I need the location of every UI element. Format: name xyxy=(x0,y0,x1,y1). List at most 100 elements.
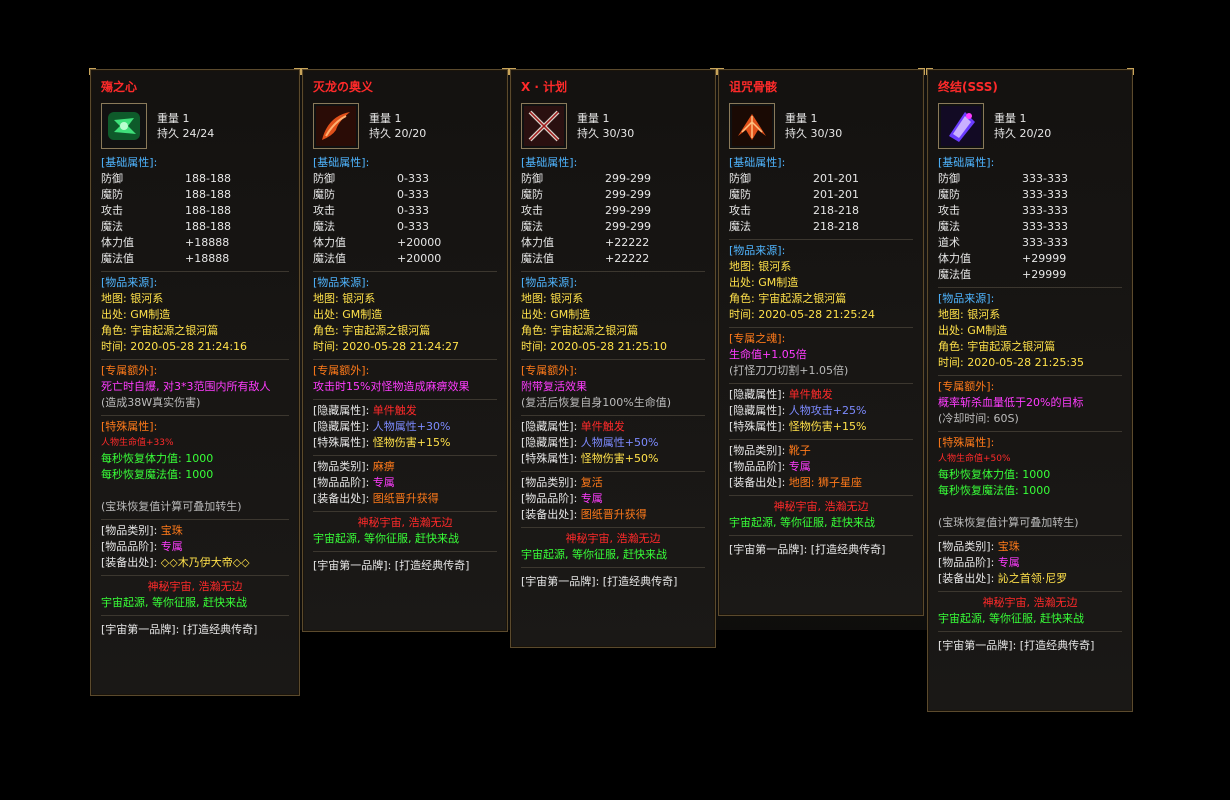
hidden-attr-label: [隐藏属性]: xyxy=(729,388,786,401)
rank-label: [物品品阶]: xyxy=(729,460,786,473)
slogan: 神秘宇宙, 浩瀚无边 宇宙起源, 等你征服, 赶快来战 xyxy=(521,527,705,567)
brand-label: [宇宙第一品牌]: xyxy=(313,559,392,572)
extra-line: 攻击时15%对怪物造成麻痹效果 xyxy=(313,380,470,393)
special-line: 每秒恢复魔法值: 1000 xyxy=(938,484,1051,497)
basic-attributes: [基础属性]: 防御 333-333 魔防 333-333 攻击 333-333 魔法… xyxy=(938,152,1122,287)
stat-value: +22222 xyxy=(605,236,650,249)
stat-name: 防御 xyxy=(938,172,960,185)
brand-value: [打造经典传奇] xyxy=(1019,639,1095,652)
rank-label: [物品品阶]: xyxy=(313,476,370,489)
durability-value: 20/20 xyxy=(1019,127,1052,140)
special-header: [特殊属性]: xyxy=(101,420,158,433)
durability-value: 30/30 xyxy=(602,127,635,140)
map-label: 地图: xyxy=(101,292,127,305)
brand: [宇宙第一品牌]: [打造经典传奇] xyxy=(101,615,289,642)
brand: [宇宙第一品牌]: [打造经典传奇] xyxy=(521,567,705,594)
stat-name: 防御 xyxy=(729,172,751,185)
stat-name: 攻击 xyxy=(101,204,123,217)
stat-value: 201-201 xyxy=(813,172,859,185)
weight-label: 重量 xyxy=(577,112,599,125)
brand-label: [宇宙第一品牌]: xyxy=(938,639,1017,652)
stat-value: 188-188 xyxy=(185,220,231,233)
hidden-attr-label: [隐藏属性]: xyxy=(521,420,578,433)
rank-label: [物品品阶]: xyxy=(101,540,158,553)
stat-name: 体力值 xyxy=(938,252,971,265)
weight-label: 重量 xyxy=(157,112,179,125)
slogan: 神秘宇宙, 浩瀚无边 宇宙起源, 等你征服, 赶快来战 xyxy=(938,591,1122,631)
dragon-blade-icon xyxy=(313,103,359,149)
stat-name: 体力值 xyxy=(313,236,346,249)
time-value: 2020-05-28 21:25:35 xyxy=(967,356,1085,369)
slogan-1: 神秘宇宙, 浩瀚无边 xyxy=(147,580,243,593)
stat-value: 218-218 xyxy=(813,220,859,233)
role-label: 角色: xyxy=(729,292,755,305)
stat-name: 攻击 xyxy=(521,204,543,217)
basic-attr-header: [基础属性]: xyxy=(729,156,786,169)
stat-name: 魔法 xyxy=(521,220,543,233)
rank-value: 专属 xyxy=(997,556,1020,569)
hidden-trigger: 单件触发 xyxy=(372,404,417,417)
role-label: 角色: xyxy=(938,340,964,353)
slogan: 神秘宇宙, 浩瀚无边 宇宙起源, 等你征服, 赶快来战 xyxy=(313,511,497,551)
hidden-attributes: [隐藏属性]: 单件触发 [隐藏属性]: 人物攻击+25% [特殊属性]: 怪物… xyxy=(729,383,913,439)
item-name: 殤之心 xyxy=(101,80,138,94)
role-label: 角色: xyxy=(101,324,127,337)
durability-label: 持久 xyxy=(157,127,179,140)
rank-value: 专属 xyxy=(580,492,603,505)
drop-value: 訫之首领·尼罗 xyxy=(997,572,1068,585)
exclusive-extra: [专属额外]: 攻击时15%对怪物造成麻痹效果 xyxy=(313,359,497,399)
extra-note: (造成38W真实伤害) xyxy=(101,396,201,409)
stat-name: 魔防 xyxy=(938,188,960,201)
special-line: 每秒恢复魔法值: 1000 xyxy=(101,468,214,481)
item-name: 灭龙の奥义 xyxy=(313,80,374,94)
map-value: 银河系 xyxy=(342,292,376,305)
time-label: 时间: xyxy=(729,308,755,321)
extra-note: (打怪刀刀切割+1.05倍) xyxy=(729,364,849,377)
category-value: 麻痹 xyxy=(372,460,395,473)
stat-name: 攻击 xyxy=(313,204,335,217)
purple-crystal-icon xyxy=(938,103,984,149)
slogan: 神秘宇宙, 浩瀚无边 宇宙起源, 等你征服, 赶快来战 xyxy=(101,575,289,615)
stat-value: 0-333 xyxy=(397,204,429,217)
stat-name: 魔法 xyxy=(101,220,123,233)
brand: [宇宙第一品牌]: [打造经典传奇] xyxy=(313,551,497,578)
basic-attributes: [基础属性]: 防御 299-299 魔防 299-299 攻击 299-299 魔法… xyxy=(521,152,705,271)
stat-name: 魔法 xyxy=(313,220,335,233)
category-label: [物品类别]: xyxy=(101,524,158,537)
bone-wings-icon xyxy=(729,103,775,149)
role-value: 宇宙起源之银河篇 xyxy=(967,340,1056,353)
brand-value: [打造经典传奇] xyxy=(182,623,258,636)
drop-value: 图纸晋升获得 xyxy=(580,508,647,521)
brand-value: [打造经典传奇] xyxy=(810,543,886,556)
stat-name: 防御 xyxy=(521,172,543,185)
stat-value: 188-188 xyxy=(185,204,231,217)
drop-label: [装备出处]: xyxy=(521,508,578,521)
drop-label: [装备出处]: xyxy=(101,556,158,569)
category-value: 复活 xyxy=(580,476,603,489)
source-header: [物品来源]: xyxy=(729,244,786,257)
stat-value: 333-333 xyxy=(1022,220,1068,233)
item-info: [物品类别]: 麻痹 [物品品阶]: 专属 [装备出处]: 图纸晋升获得 xyxy=(313,455,497,511)
slogan-1: 神秘宇宙, 浩瀚无边 xyxy=(565,532,661,545)
slogan-1: 神秘宇宙, 浩瀚无边 xyxy=(982,596,1078,609)
special-attributes: [特殊属性]: 人物生命值+33% 每秒恢复体力值: 1000 每秒恢复魔法值:… xyxy=(101,415,289,519)
brand-value: [打造经典传奇] xyxy=(394,559,470,572)
special-line: 人物生命值+33% xyxy=(101,438,174,448)
item-name: X · 计划 xyxy=(521,80,568,94)
game-screen: 殤之心 重量 1 持久 24/24 [基础属性]: 防御 188-188 魔防 18… xyxy=(0,0,1230,800)
slogan-2: 宇宙起源, 等你征服, 赶快来战 xyxy=(313,532,459,545)
weight-value: 1 xyxy=(1019,112,1027,125)
time-label: 时间: xyxy=(938,356,964,369)
durability-value: 20/20 xyxy=(394,127,427,140)
extra-header: [专属之魂]: xyxy=(729,332,786,345)
brand-label: [宇宙第一品牌]: xyxy=(521,575,600,588)
hidden-attr-label: [隐藏属性]: xyxy=(313,420,370,433)
weight-value: 1 xyxy=(810,112,818,125)
stat-value: +22222 xyxy=(605,252,650,265)
slogan-1: 神秘宇宙, 浩瀚无边 xyxy=(773,500,869,513)
item-tooltip-1: 殤之心 重量 1 持久 24/24 [基础属性]: 防御 188-188 魔防 18… xyxy=(89,68,301,696)
durability-label: 持久 xyxy=(369,127,391,140)
rank-value: 专属 xyxy=(788,460,811,473)
map-label: 地图: xyxy=(313,292,339,305)
crossed-swords-icon xyxy=(521,103,567,149)
